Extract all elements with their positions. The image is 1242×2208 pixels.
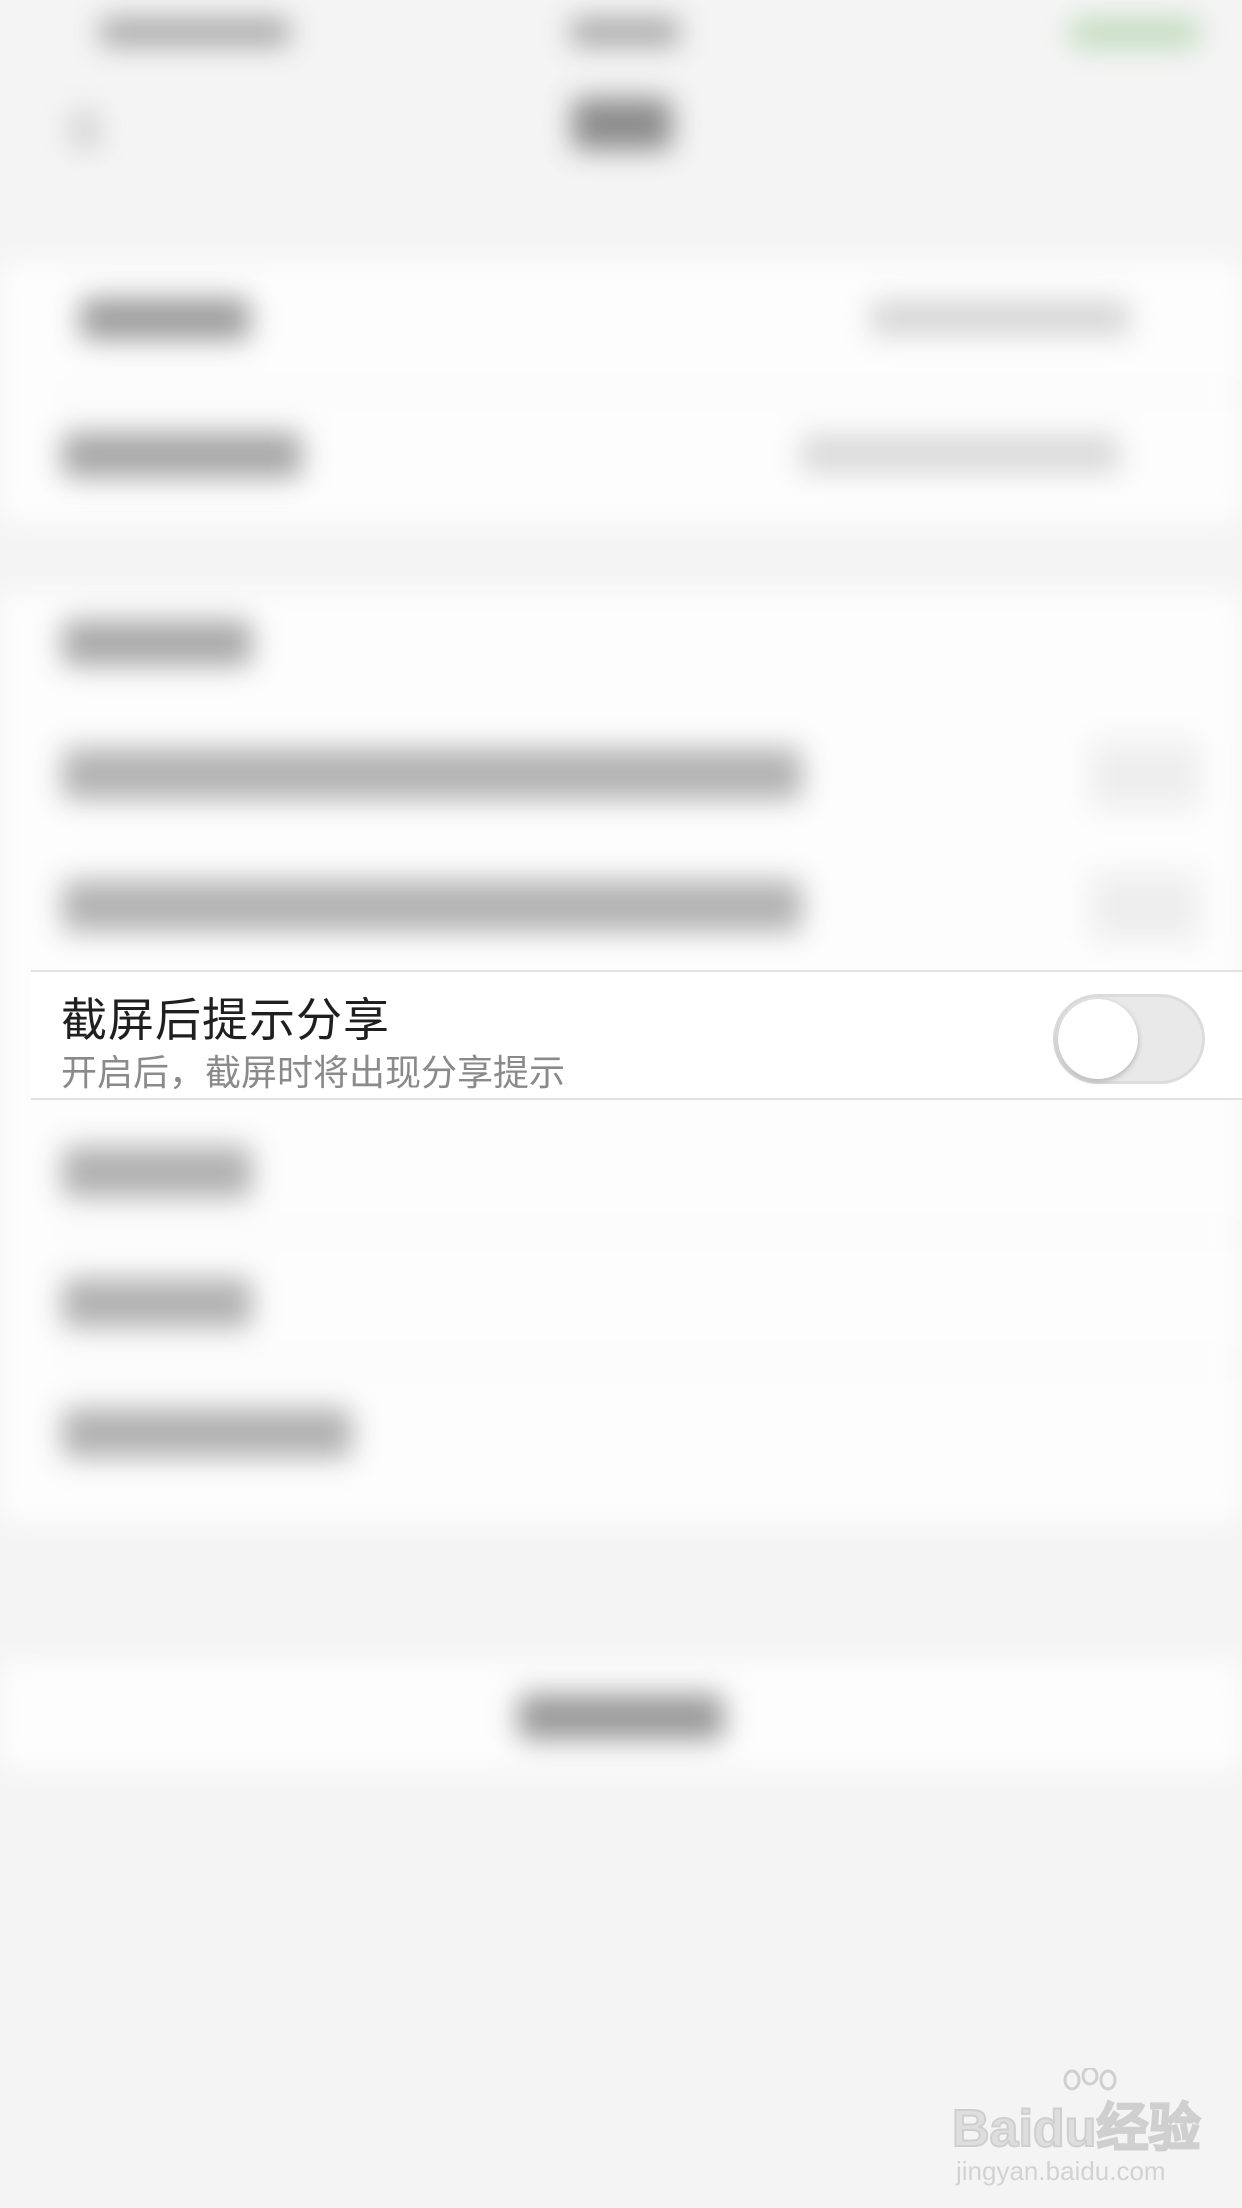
- status-time: [570, 18, 680, 46]
- row-1-label: [80, 298, 250, 340]
- row-9-label: [62, 1408, 352, 1458]
- row-8-label: [62, 1278, 252, 1328]
- baidu-jingyan-watermark: Baidu经验 jingyan.baidu.com: [951, 2068, 1201, 2188]
- screenshot-share-setting-row[interactable]: 截屏后提示分享 开启后，截屏时将出现分享提示: [31, 970, 1242, 1100]
- row-2-label: [62, 432, 302, 478]
- row-5-toggle: [1090, 872, 1200, 942]
- row-4-label: [62, 748, 802, 800]
- row-4-toggle: [1090, 740, 1200, 810]
- setting-title: 截屏后提示分享: [61, 993, 390, 1047]
- divider: [60, 1232, 1242, 1234]
- row-3-label: [62, 620, 252, 666]
- blurred-background: [0, 0, 1242, 2208]
- toggle-knob: [1058, 999, 1138, 1079]
- row-5-label: [62, 880, 802, 932]
- nav-title: [572, 98, 672, 150]
- logout-button-label: [518, 1694, 724, 1740]
- divider: [60, 1362, 1242, 1364]
- row-7-label: [62, 1146, 252, 1198]
- setting-subtitle: 开启后，截屏时将出现分享提示: [61, 1053, 566, 1094]
- row-1-value: [870, 300, 1130, 336]
- back-icon: [70, 110, 100, 150]
- divider: [60, 392, 1242, 394]
- watermark-brand: Baidu经验: [951, 2099, 1201, 2159]
- share-prompt-toggle[interactable]: [1053, 994, 1205, 1084]
- row-2-value: [800, 434, 1120, 474]
- watermark-site: jingyan.baidu.com: [956, 2156, 1166, 2186]
- screen: 截屏后提示分享 开启后，截屏时将出现分享提示 Baidu经验 jingyan.b…: [0, 0, 1242, 2208]
- status-battery-icon: [1070, 18, 1200, 48]
- status-carrier: [100, 18, 290, 46]
